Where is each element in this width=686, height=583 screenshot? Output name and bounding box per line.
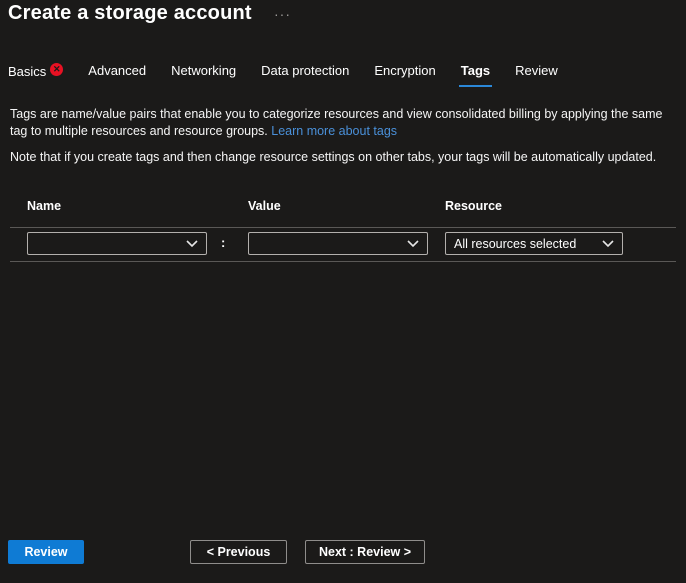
tab-advanced-label: Advanced xyxy=(88,63,146,78)
chevron-down-icon xyxy=(407,240,419,248)
tag-value-dropdown[interactable] xyxy=(248,232,428,255)
tab-networking-label: Networking xyxy=(171,63,236,78)
tab-encryption-label: Encryption xyxy=(374,63,435,78)
chevron-down-icon xyxy=(602,240,614,248)
tab-review-label: Review xyxy=(515,63,558,78)
column-header-resource: Resource xyxy=(445,199,502,213)
tab-networking[interactable]: Networking xyxy=(171,63,236,87)
tag-resource-value: All resources selected xyxy=(454,237,576,251)
next-review-button[interactable]: Next : Review > xyxy=(305,540,425,564)
tab-data-protection-label: Data protection xyxy=(261,63,349,78)
tag-resource-dropdown[interactable]: All resources selected xyxy=(445,232,623,255)
tab-data-protection[interactable]: Data protection xyxy=(261,63,349,87)
previous-button[interactable]: < Previous xyxy=(190,540,287,564)
create-storage-account-page: Create a storage account ··· Basics ✕ Adv… xyxy=(0,0,686,583)
review-button[interactable]: Review xyxy=(8,540,84,564)
column-header-value: Value xyxy=(248,199,281,213)
name-value-separator: : xyxy=(221,235,225,250)
error-badge-icon: ✕ xyxy=(50,63,63,76)
tab-basics[interactable]: Basics ✕ xyxy=(8,63,63,88)
column-header-name: Name xyxy=(27,199,61,213)
chevron-down-icon xyxy=(186,240,198,248)
page-title: Create a storage account xyxy=(8,2,252,25)
table-divider-top xyxy=(10,227,676,228)
tags-description: Tags are name/value pairs that enable yo… xyxy=(10,106,672,140)
tab-tags-label: Tags xyxy=(461,63,490,78)
table-divider-bottom xyxy=(10,261,676,262)
tab-review[interactable]: Review xyxy=(515,63,558,87)
learn-more-link[interactable]: Learn more about tags xyxy=(271,124,397,138)
tab-encryption[interactable]: Encryption xyxy=(374,63,435,87)
tab-tags[interactable]: Tags xyxy=(461,63,490,87)
wizard-tabs: Basics ✕ Advanced Networking Data protect… xyxy=(8,63,678,88)
more-options-icon[interactable]: ··· xyxy=(274,6,291,22)
tab-basics-label: Basics xyxy=(8,64,46,79)
tag-name-dropdown[interactable] xyxy=(27,232,207,255)
tags-note: Note that if you create tags and then ch… xyxy=(10,149,672,166)
tab-advanced[interactable]: Advanced xyxy=(88,63,146,87)
